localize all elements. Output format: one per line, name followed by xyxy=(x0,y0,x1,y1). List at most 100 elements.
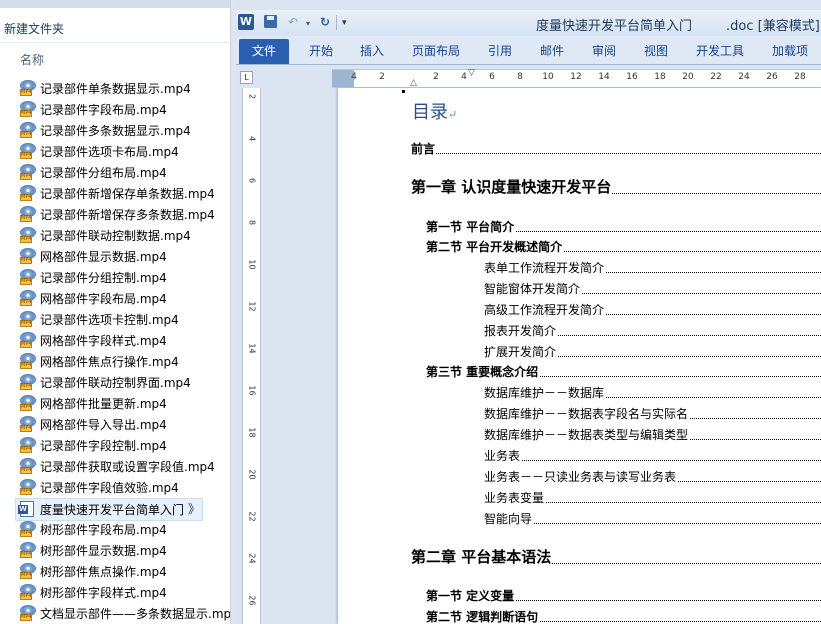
file-list-item[interactable]: MP4 文档显示部件——多条数据显示.mp xyxy=(16,603,230,624)
toc-entry[interactable]: 扩展开发简介 xyxy=(484,343,821,360)
toc-entry[interactable]: 数据库维护－－数据表字段名与实际名 xyxy=(484,405,821,422)
file-name: 记录部件新增保存单条数据.mp4 xyxy=(40,187,215,201)
toc-entry-text: 业务表变量 xyxy=(484,491,546,505)
column-header-name[interactable]: 名称 xyxy=(20,51,44,68)
undo-icon[interactable]: ↶ xyxy=(288,15,298,29)
file-list-item[interactable]: MP4 树形部件焦点操作.mp4 xyxy=(16,561,230,582)
mp4-file-icon: MP4 xyxy=(20,353,36,369)
toc-entry[interactable]: 第二章 平台基本语法 xyxy=(411,546,821,567)
file-name: 树形部件焦点操作.mp4 xyxy=(40,565,167,579)
file-list-item[interactable]: MP4 记录部件字段布局.mp4 xyxy=(16,99,230,120)
ruler-tick-label: 2 xyxy=(379,72,385,82)
file-list-item[interactable]: MP4 记录部件联动控制数据.mp4 xyxy=(16,225,230,246)
file-list-item[interactable]: MP4 记录部件多条数据显示.mp4 xyxy=(16,120,230,141)
file-list-item[interactable]: MP4 网格部件显示数据.mp4 xyxy=(16,246,230,267)
ribbon-tab[interactable]: 文件 xyxy=(239,39,289,64)
toc-entry[interactable]: 第一章 认识度量快速开发平台 xyxy=(411,176,821,197)
first-line-indent-icon[interactable]: ▽ xyxy=(468,68,475,78)
ribbon-tab[interactable]: 插入 xyxy=(360,42,384,59)
toc-entry[interactable]: 第一节 定义变量 xyxy=(426,587,821,604)
ruler-tick-label: 10 xyxy=(542,72,554,82)
ruler-tick-label: 22 xyxy=(710,72,722,82)
ruler-tick-label: 4 xyxy=(461,72,467,82)
file-list-item[interactable]: MP4 记录部件选项卡控制.mp4 xyxy=(16,309,230,330)
file-name: 记录部件联动控制界面.mp4 xyxy=(40,376,191,390)
ruler-tick-label: 16 xyxy=(247,385,257,396)
file-name: 记录部件多条数据显示.mp4 xyxy=(40,124,191,138)
file-list-item[interactable]: MP4 记录部件字段控制.mp4 xyxy=(16,435,230,456)
mp4-file-icon: MP4 xyxy=(20,248,36,264)
indent-marker-icon[interactable]: △ xyxy=(410,78,417,88)
folder-title: 新建文件夹 xyxy=(4,22,65,36)
toc-entry[interactable]: 报表开发简介 xyxy=(484,322,821,339)
file-name: 记录部件新增保存多条数据.mp4 xyxy=(40,208,215,222)
toc-entry[interactable]: 智能向导 xyxy=(484,510,821,527)
toc-entry[interactable]: 前言 xyxy=(411,140,821,157)
file-list-item[interactable]: MP4 记录部件分组控制.mp4 xyxy=(16,267,230,288)
toc-entry[interactable]: 数据库维护－－数据库 xyxy=(484,384,821,401)
file-list-item[interactable]: MP4 记录部件联动控制界面.mp4 xyxy=(16,372,230,393)
ruler-tick-label: 18 xyxy=(654,72,666,82)
undo-dropdown-icon[interactable]: ▾ xyxy=(306,19,310,28)
ruler-tick-label: 24 xyxy=(738,72,750,82)
mp4-file-icon: MP4 xyxy=(20,122,36,138)
toc-entry[interactable]: 第一节 平台简介 xyxy=(426,218,821,235)
toc-entry[interactable]: 高级工作流程开发简介 xyxy=(484,301,821,318)
ribbon-tab[interactable]: 页面布局 xyxy=(412,42,460,59)
file-list-item[interactable]: MP4 记录部件选项卡布局.mp4 xyxy=(16,141,230,162)
toc-entry[interactable]: 第三节 重要概念介绍 xyxy=(426,363,821,380)
toc-entry-text: 业务表 xyxy=(484,449,522,463)
file-name: 文档显示部件——多条数据显示.mp xyxy=(40,607,230,621)
file-list-item[interactable]: MP4 网格部件字段布局.mp4 xyxy=(16,288,230,309)
mp4-file-icon: MP4 xyxy=(20,584,36,600)
toc-entry[interactable]: 业务表变量 xyxy=(484,489,821,506)
ribbon-tab[interactable]: 引用 xyxy=(488,42,512,59)
tab-selector[interactable]: L xyxy=(240,71,253,84)
file-list-item[interactable]: MP4 树形部件显示数据.mp4 xyxy=(16,540,230,561)
ruler-tick-label: 14 xyxy=(598,72,610,82)
toc-entry[interactable]: 业务表－－只读业务表与读写业务表 xyxy=(484,468,821,485)
toc-entry[interactable]: 业务表 xyxy=(484,447,821,464)
mp4-file-icon: MP4 xyxy=(20,332,36,348)
paragraph-mark: ↵ xyxy=(448,108,458,121)
file-list-item[interactable]: MP4 树形部件字段布局.mp4 xyxy=(16,519,230,540)
file-name: 记录部件获取或设置字段值.mp4 xyxy=(40,460,215,474)
ruler-tick-label: 4 xyxy=(247,135,257,142)
customize-toolbar-icon[interactable]: ▾ xyxy=(342,18,347,28)
file-list-item[interactable]: MP4 记录部件新增保存单条数据.mp4 xyxy=(16,183,230,204)
ruler-tick-label: 6 xyxy=(489,72,495,82)
header-divider xyxy=(0,42,230,43)
file-list-item[interactable]: MP4 记录部件新增保存多条数据.mp4 xyxy=(16,204,230,225)
file-list-item[interactable]: MP4 记录部件获取或设置字段值.mp4 xyxy=(16,456,230,477)
file-list-item[interactable]: MP4 树形部件字段样式.mp4 xyxy=(16,582,230,603)
toc-entry[interactable]: 智能窗体开发简介 xyxy=(484,280,821,297)
ruler-tick-label: 12 xyxy=(247,301,257,312)
ribbon-tab[interactable]: 加载项 xyxy=(772,42,808,59)
file-list-item[interactable]: MP4 网格部件焦点行操作.mp4 xyxy=(16,351,230,372)
toc-entry-text: 数据库维护－－数据表类型与编辑类型 xyxy=(484,428,690,442)
redo-icon[interactable]: ↻ xyxy=(320,15,330,29)
file-list-item[interactable]: W 度量快速开发平台简单入门》 xyxy=(15,498,203,521)
file-list-item[interactable]: MP4 记录部件分组布局.mp4 xyxy=(16,162,230,183)
ribbon-tab[interactable]: 开发工具 xyxy=(696,42,744,59)
document-page[interactable]: 目录↵ 前言第一章 认识度量快速开发平台第一节 平台简介 第二节 平台开发概述简介… xyxy=(338,88,821,624)
file-list-item[interactable]: MP4 网格部件字段样式.mp4 xyxy=(16,330,230,351)
toc-heading-text: 目录 xyxy=(412,102,448,123)
ribbon-tab[interactable]: 审阅 xyxy=(592,42,616,59)
ribbon-tab[interactable]: 邮件 xyxy=(540,42,564,59)
horizontal-ruler[interactable]: 4 2 2 4 6 8 10 12 14 16 18 20 22 24 26 28 △ ▽ xyxy=(332,68,821,88)
toc-entry[interactable]: 第二节 平台开发概述简介 xyxy=(426,238,821,255)
file-list-item[interactable]: MP4 记录部件字段值效验.mp4 xyxy=(16,477,230,498)
file-list-item[interactable]: MP4 网格部件批量更新.mp4 xyxy=(16,393,230,414)
toc-entry[interactable]: 数据库维护－－数据表类型与编辑类型 xyxy=(484,426,821,443)
vertical-ruler[interactable]: 2 4 6 8 10 12 14 16 18 20 22 24 26 xyxy=(242,88,261,624)
file-list-item[interactable]: MP4 网格部件导入导出.mp4 xyxy=(16,414,230,435)
save-icon[interactable] xyxy=(264,15,277,28)
ribbon-tab[interactable]: 开始 xyxy=(309,42,333,59)
ribbon-tab[interactable]: 视图 xyxy=(644,42,668,59)
file-list-item[interactable]: MP4 记录部件单条数据显示.mp4 xyxy=(16,78,230,99)
toc-entry[interactable]: 第二节 逻辑判断语句 xyxy=(426,608,821,624)
word-app-icon[interactable]: W xyxy=(238,14,254,30)
toc-entry[interactable]: 表单工作流程开发简介 xyxy=(484,259,821,276)
ruler-tick-label: 24 xyxy=(247,553,257,564)
